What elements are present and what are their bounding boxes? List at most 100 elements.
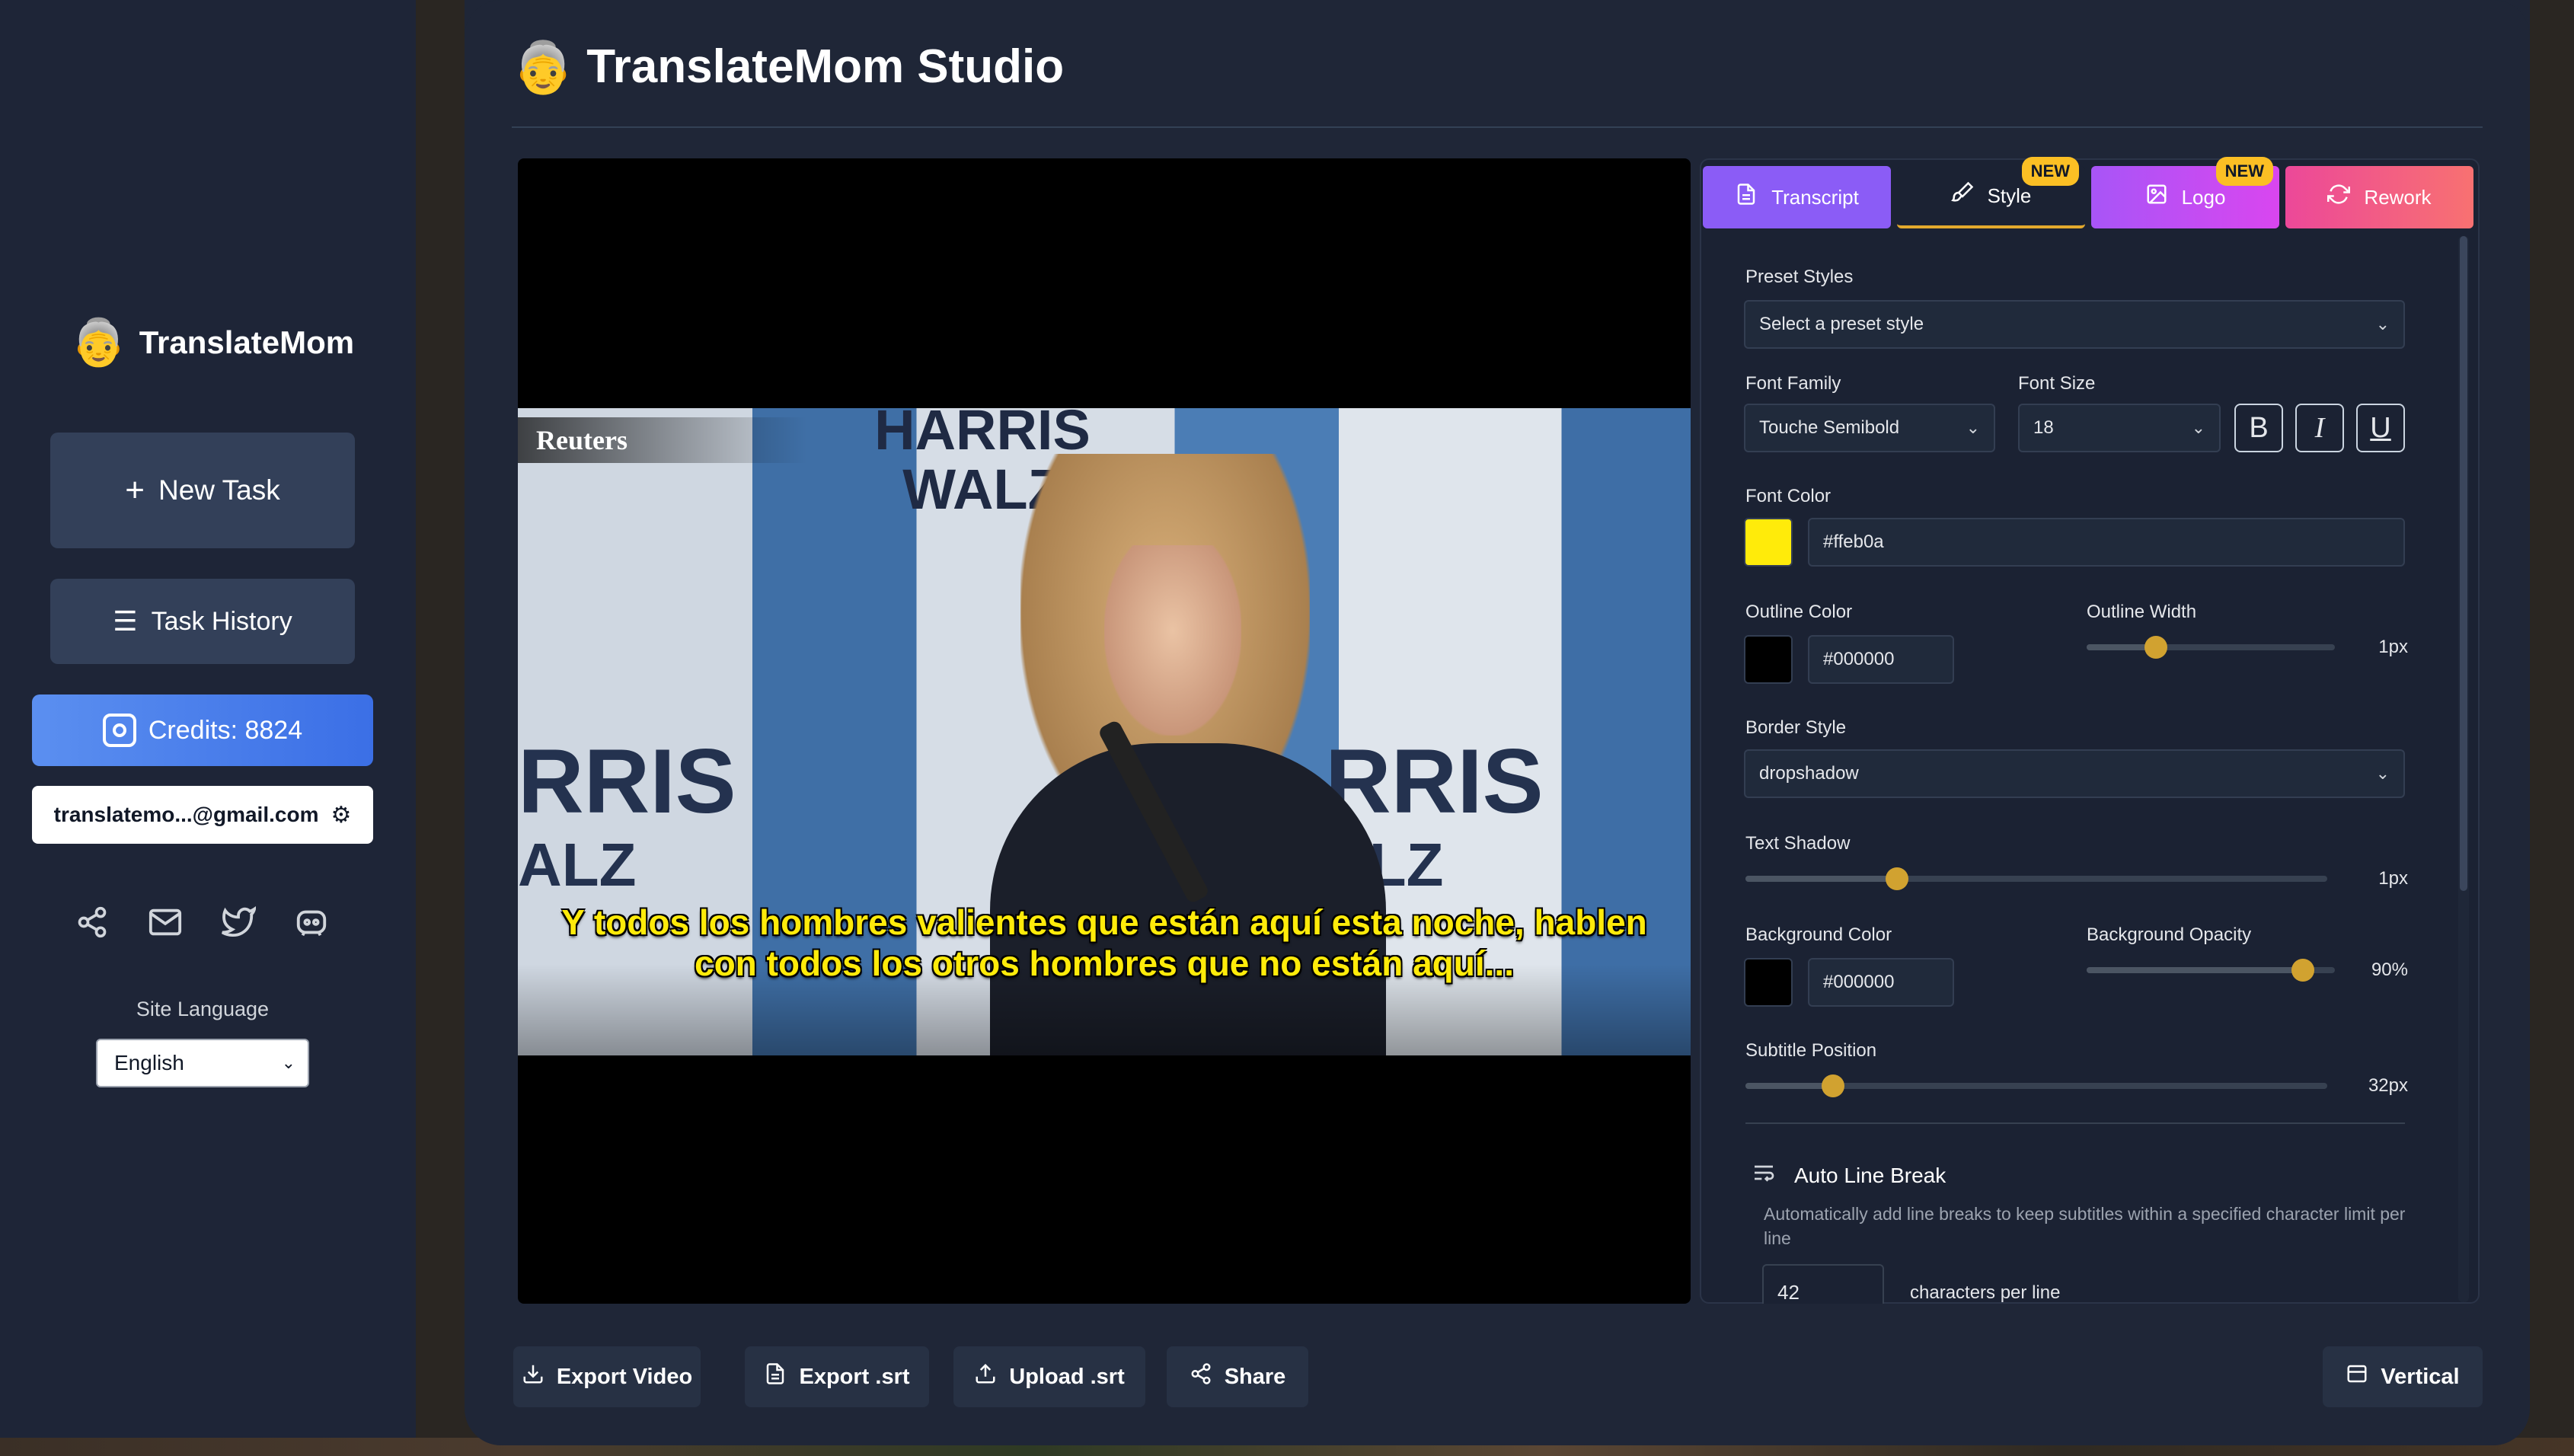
account-email: translatemo...@gmail.com <box>53 803 319 826</box>
outline-width-value: 1px <box>2378 637 2408 657</box>
italic-button[interactable]: I <box>2295 404 2344 452</box>
outline-width-label: Outline Width <box>2087 602 2197 622</box>
site-language-select[interactable]: English ⌄ <box>96 1039 309 1087</box>
page-title: 👵 TranslateMom Studio <box>512 40 1064 94</box>
bold-button[interactable]: B <box>2234 404 2283 452</box>
grandma-logo-icon: 👵 <box>70 317 127 368</box>
tab-logo-label: Logo <box>2181 185 2226 209</box>
border-style-select[interactable]: dropshadow ⌄ <box>1744 749 2405 798</box>
underline-button[interactable]: U <box>2356 404 2405 452</box>
social-links <box>73 903 331 941</box>
subtitle-line-2: con todos los otros hombres que no están… <box>695 944 1514 983</box>
outline-color-label: Outline Color <box>1745 602 1853 622</box>
preset-style-select[interactable]: Select a preset style ⌄ <box>1744 300 2405 349</box>
font-color-label: Font Color <box>1745 486 1832 506</box>
background-opacity-slider[interactable] <box>2087 959 2335 982</box>
font-color-value: #ffeb0a <box>1823 532 1884 552</box>
export-video-button[interactable]: Export Video <box>513 1346 701 1407</box>
outline-color-input[interactable]: #000000 <box>1808 635 1954 684</box>
font-size-value: 18 <box>2033 417 2054 438</box>
text-shadow-value: 1px <box>2378 868 2408 889</box>
reuters-watermark: Reuters <box>518 417 807 463</box>
preset-styles-label: Preset Styles <box>1745 267 1854 287</box>
chevron-down-icon: ⌄ <box>2191 418 2205 437</box>
border-style-label: Border Style <box>1745 717 1847 738</box>
vertical-label: Vertical <box>2381 1364 2460 1389</box>
subtitle-position-slider[interactable] <box>1745 1074 2327 1097</box>
tab-transcript-label: Transcript <box>1771 185 1859 209</box>
page-title-text: TranslateMom Studio <box>586 40 1065 93</box>
tab-rework-label: Rework <box>2364 185 2432 209</box>
document-icon <box>1735 183 1758 212</box>
text-shadow-slider[interactable] <box>1745 867 2327 890</box>
auto-line-break-description: Automatically add line breaks to keep su… <box>1764 1204 2406 1248</box>
outline-color-swatch[interactable] <box>1744 635 1793 684</box>
subtitle-line-1: Y todos los hombres valientes que están … <box>561 902 1647 942</box>
task-history-button[interactable]: ☰ Task History <box>50 579 355 664</box>
export-srt-label: Export .srt <box>799 1364 910 1389</box>
tab-transcript[interactable]: Transcript <box>1703 166 1891 228</box>
sidebar-brand[interactable]: 👵 TranslateMom <box>70 320 354 366</box>
export-srt-button[interactable]: Export .srt <box>745 1346 929 1407</box>
twitter-icon[interactable] <box>219 903 257 941</box>
tab-rework[interactable]: Rework <box>2285 166 2473 228</box>
tab-style[interactable]: Style NEW <box>1897 157 2085 228</box>
background-opacity-value: 90% <box>2371 959 2408 980</box>
sidebar: 👵 TranslateMom + New Task ☰ Task History… <box>0 0 416 1438</box>
wrap-text-icon <box>1752 1161 1776 1190</box>
mail-icon[interactable] <box>146 903 184 941</box>
font-color-input[interactable]: #ffeb0a <box>1808 518 2405 567</box>
upload-srt-button[interactable]: Upload .srt <box>953 1346 1145 1407</box>
border-style-value: dropshadow <box>1759 763 1859 784</box>
font-family-select[interactable]: Touche Semibold ⌄ <box>1744 404 1995 452</box>
panel-tabs: Transcript Style NEW Logo NEW Rework <box>1703 157 2473 230</box>
chevron-down-icon: ⌄ <box>2375 764 2390 783</box>
chevron-down-icon: ⌄ <box>1966 418 1980 437</box>
site-language-label: Site Language <box>136 998 270 1020</box>
share-icon <box>1190 1362 1212 1391</box>
banner-left-line1: RRIS <box>518 730 736 832</box>
subtitle-position-label: Subtitle Position <box>1745 1040 1877 1061</box>
slider-thumb[interactable] <box>1885 867 1908 890</box>
share-button[interactable]: Share <box>1167 1346 1308 1407</box>
characters-per-line-label: characters per line <box>1910 1282 2061 1303</box>
slider-thumb[interactable] <box>1821 1074 1844 1097</box>
outline-width-slider[interactable] <box>2087 636 2335 659</box>
credits-icon <box>102 714 136 747</box>
text-shadow-label: Text Shadow <box>1745 833 1851 854</box>
brush-icon <box>1950 181 1974 210</box>
auto-line-break-header: Auto Line Break <box>1752 1161 1946 1190</box>
outline-color-value: #000000 <box>1823 649 1895 669</box>
new-task-button[interactable]: + New Task <box>50 433 355 548</box>
brand-name: TranslateMom <box>139 324 355 360</box>
background-opacity-label: Background Opacity <box>2087 924 2252 945</box>
subtitle-overlay: Y todos los hombres valientes que están … <box>518 902 1691 984</box>
background-color-swatch[interactable] <box>1744 958 1793 1007</box>
gear-icon[interactable]: ⚙ <box>331 802 351 829</box>
video-player[interactable]: HARRIS WALZ RRIS ALZ RRIS ALZ Reuters Y … <box>518 158 1691 1304</box>
site-language-value: English <box>114 1051 184 1074</box>
tab-logo[interactable]: Logo NEW <box>2091 157 2279 228</box>
section-divider <box>1745 1122 2405 1124</box>
font-size-select[interactable]: 18 ⌄ <box>2018 404 2221 452</box>
vertical-layout-button[interactable]: Vertical <box>2323 1346 2483 1407</box>
background-color-label: Background Color <box>1745 924 1892 945</box>
panel-scrollbar[interactable] <box>2460 236 2467 891</box>
slider-thumb[interactable] <box>2291 959 2314 982</box>
share-label: Share <box>1224 1364 1286 1389</box>
preset-style-placeholder: Select a preset style <box>1759 314 1924 334</box>
discord-icon[interactable] <box>292 903 331 941</box>
account-button[interactable]: translatemo...@gmail.com ⚙ <box>32 786 373 844</box>
auto-line-break-title: Auto Line Break <box>1794 1163 1946 1187</box>
new-badge: NEW <box>2215 157 2273 186</box>
plus-icon: + <box>125 471 145 509</box>
new-task-label: New Task <box>158 474 280 506</box>
banner-left-line2: ALZ <box>518 831 637 899</box>
upload-icon <box>974 1362 997 1391</box>
credits-button[interactable]: Credits: 8824 <box>32 694 373 766</box>
background-color-input[interactable]: #000000 <box>1808 958 1954 1007</box>
list-icon: ☰ <box>113 605 138 637</box>
share-icon[interactable] <box>73 903 111 941</box>
video-frame: HARRIS WALZ RRIS ALZ RRIS ALZ Reuters Y … <box>518 401 1691 1055</box>
font-color-swatch[interactable] <box>1744 518 1793 567</box>
